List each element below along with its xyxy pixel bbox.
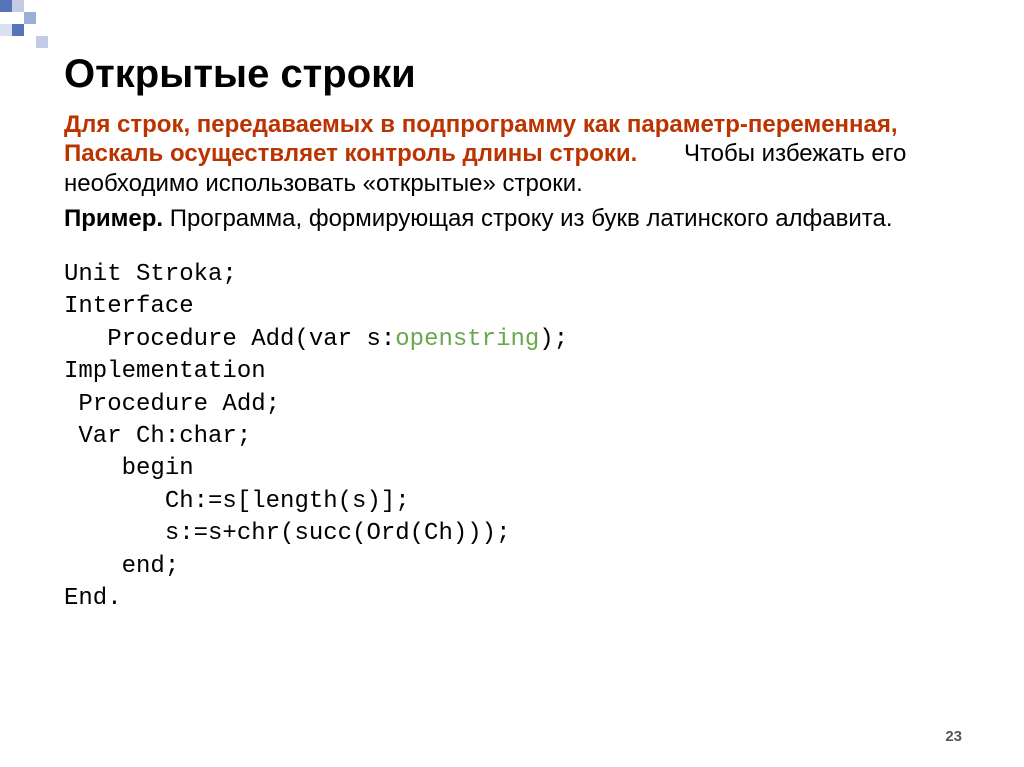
page-number: 23 (945, 728, 962, 745)
code-line-2: Interface (64, 293, 194, 320)
code-line-6: Var Ch:char; (64, 423, 251, 450)
code-line-4: Implementation (64, 358, 266, 385)
example-text: Программа, формирующая строку из букв ла… (163, 205, 892, 232)
slide-content: Открытые строки Для строк, передаваемых … (0, 0, 1024, 767)
code-line-3b: ); (539, 326, 568, 353)
code-line-11: End. (64, 585, 122, 612)
code-keyword-openstring: openstring (395, 326, 539, 353)
code-line-8: Ch:=s[length(s)]; (64, 488, 410, 515)
slide-title: Открытые строки (64, 52, 964, 96)
code-line-5: Procedure Add; (64, 391, 280, 418)
example-label: Пример. (64, 205, 163, 232)
paragraph-intro: Для строк, передаваемых в подпрограмму к… (64, 110, 964, 198)
code-line-9: s:=s+chr(succ(Ord(Ch))); (64, 520, 510, 547)
code-block: Unit Stroka; Interface Procedure Add(var… (64, 259, 964, 615)
code-line-3a: Procedure Add(var s: (64, 326, 395, 353)
body-text: Для строк, передаваемых в подпрограмму к… (64, 110, 964, 615)
code-line-10: end; (64, 553, 179, 580)
code-line-7: begin (64, 455, 194, 482)
code-line-1: Unit Stroka; (64, 261, 237, 288)
paragraph-example: Пример. Программа, формирующая строку из… (64, 204, 964, 233)
